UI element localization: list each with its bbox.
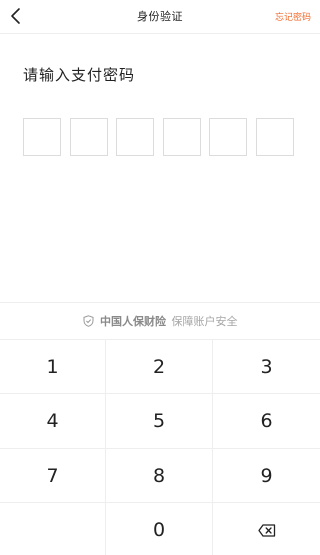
pin-input[interactable] [23,118,294,156]
key-4[interactable]: 4 [0,394,106,449]
key-8[interactable]: 8 [106,449,213,503]
insurance-brand: 中国人保财险 [100,315,166,328]
key-5[interactable]: 5 [106,394,213,449]
top-bar: 身份验证 忘记密码 [0,0,320,34]
keypad-panel: 中国人保财险 保障账户安全 1 2 3 4 5 6 7 8 9 0 [0,302,320,555]
key-6[interactable]: 6 [213,394,320,449]
password-prompt: 请输入支付密码 [23,66,136,84]
pin-digit-box-1 [23,118,61,156]
numeric-keypad: 1 2 3 4 5 6 7 8 9 0 [0,339,320,555]
pin-digit-box-5 [209,118,248,156]
key-9[interactable]: 9 [213,449,320,503]
key-2[interactable]: 2 [106,340,213,394]
key-blank [0,503,106,555]
forgot-password-link[interactable]: 忘记密码 [275,10,311,23]
key-0[interactable]: 0 [106,503,213,555]
pin-digit-box-4 [162,118,201,156]
shield-check-icon [83,315,93,327]
pin-digit-box-3 [116,118,155,156]
insurance-slogan: 保障账户安全 [171,315,238,328]
payment-password-page: 身份验证 忘记密码 请输入支付密码 中国人保财险 保障账户安全 1 2 3 4 … [0,0,320,555]
pin-digit-box-6 [255,118,294,156]
key-7[interactable]: 7 [0,449,106,503]
pin-digit-box-2 [69,118,108,156]
delete-key[interactable] [213,503,320,555]
backspace-icon [257,523,275,537]
page-title: 身份验证 [137,10,183,23]
key-3[interactable]: 3 [213,340,320,394]
key-1[interactable]: 1 [0,340,106,394]
insurance-banner: 中国人保财险 保障账户安全 [0,313,320,329]
